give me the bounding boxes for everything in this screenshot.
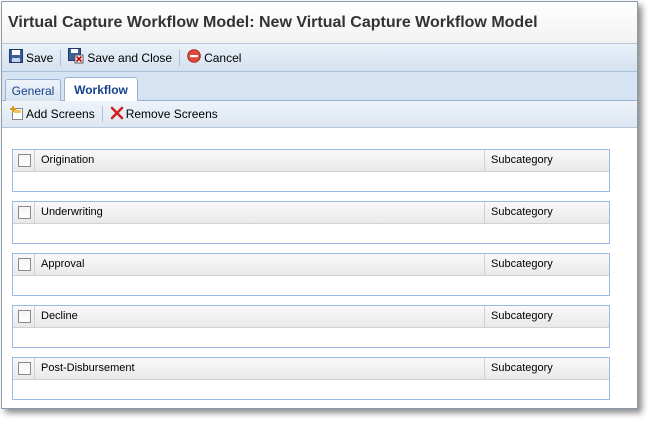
- toolbar-separator: [101, 106, 103, 122]
- remove-screens-label: Remove Screens: [125, 107, 218, 121]
- panel-header: Underwriting Subcategory: [13, 202, 609, 224]
- column-divider: [34, 150, 35, 171]
- column-divider[interactable]: [484, 254, 485, 275]
- save-button[interactable]: Save: [6, 47, 56, 69]
- tab-workflow[interactable]: Workflow: [64, 77, 138, 101]
- workflow-stage-panel: Post-Disbursement Subcategory: [12, 357, 610, 400]
- stage-name: Origination: [41, 154, 95, 166]
- workflow-stage-panel: Decline Subcategory: [12, 305, 610, 348]
- tab-general[interactable]: General: [5, 79, 61, 101]
- main-toolbar: Save Save and Close Cancel: [2, 44, 637, 72]
- column-divider: [34, 358, 35, 379]
- panel-header: Post-Disbursement Subcategory: [13, 358, 609, 380]
- stage-name: Decline: [41, 310, 78, 322]
- select-all-checkbox[interactable]: [18, 310, 31, 323]
- workflow-stage-panel: Approval Subcategory: [12, 253, 610, 296]
- workflow-model-window: Virtual Capture Workflow Model: New Virt…: [1, 1, 638, 409]
- add-screen-icon: [9, 105, 25, 124]
- panel-header: Approval Subcategory: [13, 254, 609, 276]
- cancel-icon: [187, 49, 201, 66]
- column-divider[interactable]: [484, 202, 485, 223]
- select-all-checkbox[interactable]: [18, 258, 31, 271]
- subcategory-header[interactable]: Subcategory: [491, 310, 553, 322]
- tab-strip: General Workflow: [2, 72, 637, 101]
- select-all-checkbox[interactable]: [18, 154, 31, 167]
- column-divider[interactable]: [484, 306, 485, 327]
- stage-name: Post-Disbursement: [41, 362, 135, 374]
- toolbar-separator: [60, 49, 62, 66]
- workflow-stage-panel: Origination Subcategory: [12, 149, 610, 192]
- subcategory-header[interactable]: Subcategory: [491, 206, 553, 218]
- column-divider[interactable]: [484, 358, 485, 379]
- subcategory-header[interactable]: Subcategory: [491, 154, 553, 166]
- panel-header: Decline Subcategory: [13, 306, 609, 328]
- workflow-toolbar: Add Screens Remove Screens: [2, 101, 637, 128]
- workflow-content: Origination Subcategory Underwriting Sub…: [2, 128, 637, 408]
- column-divider[interactable]: [484, 150, 485, 171]
- cancel-button[interactable]: Cancel: [184, 47, 244, 69]
- save-and-close-button[interactable]: Save and Close: [65, 47, 175, 69]
- panel-header: Origination Subcategory: [13, 150, 609, 172]
- red-x-icon: [110, 106, 124, 123]
- subcategory-header[interactable]: Subcategory: [491, 362, 553, 374]
- column-divider: [34, 306, 35, 327]
- subcategory-header[interactable]: Subcategory: [491, 258, 553, 270]
- select-all-checkbox[interactable]: [18, 362, 31, 375]
- workflow-stage-panel: Underwriting Subcategory: [12, 201, 610, 244]
- cancel-label: Cancel: [204, 50, 242, 65]
- save-label: Save: [26, 50, 54, 65]
- select-all-checkbox[interactable]: [18, 206, 31, 219]
- save-close-icon: [68, 48, 84, 67]
- floppy-disk-icon: [9, 49, 23, 66]
- remove-screens-button[interactable]: Remove Screens: [107, 103, 221, 125]
- page-title: Virtual Capture Workflow Model: New Virt…: [8, 13, 538, 31]
- toolbar-separator: [179, 49, 181, 66]
- title-bar: Virtual Capture Workflow Model: New Virt…: [2, 2, 637, 44]
- column-divider: [34, 202, 35, 223]
- add-screens-label: Add Screens: [26, 107, 95, 121]
- stage-name: Underwriting: [41, 206, 103, 218]
- column-divider: [34, 254, 35, 275]
- save-and-close-label: Save and Close: [87, 50, 173, 65]
- stage-name: Approval: [41, 258, 85, 270]
- add-screens-button[interactable]: Add Screens: [6, 103, 98, 125]
